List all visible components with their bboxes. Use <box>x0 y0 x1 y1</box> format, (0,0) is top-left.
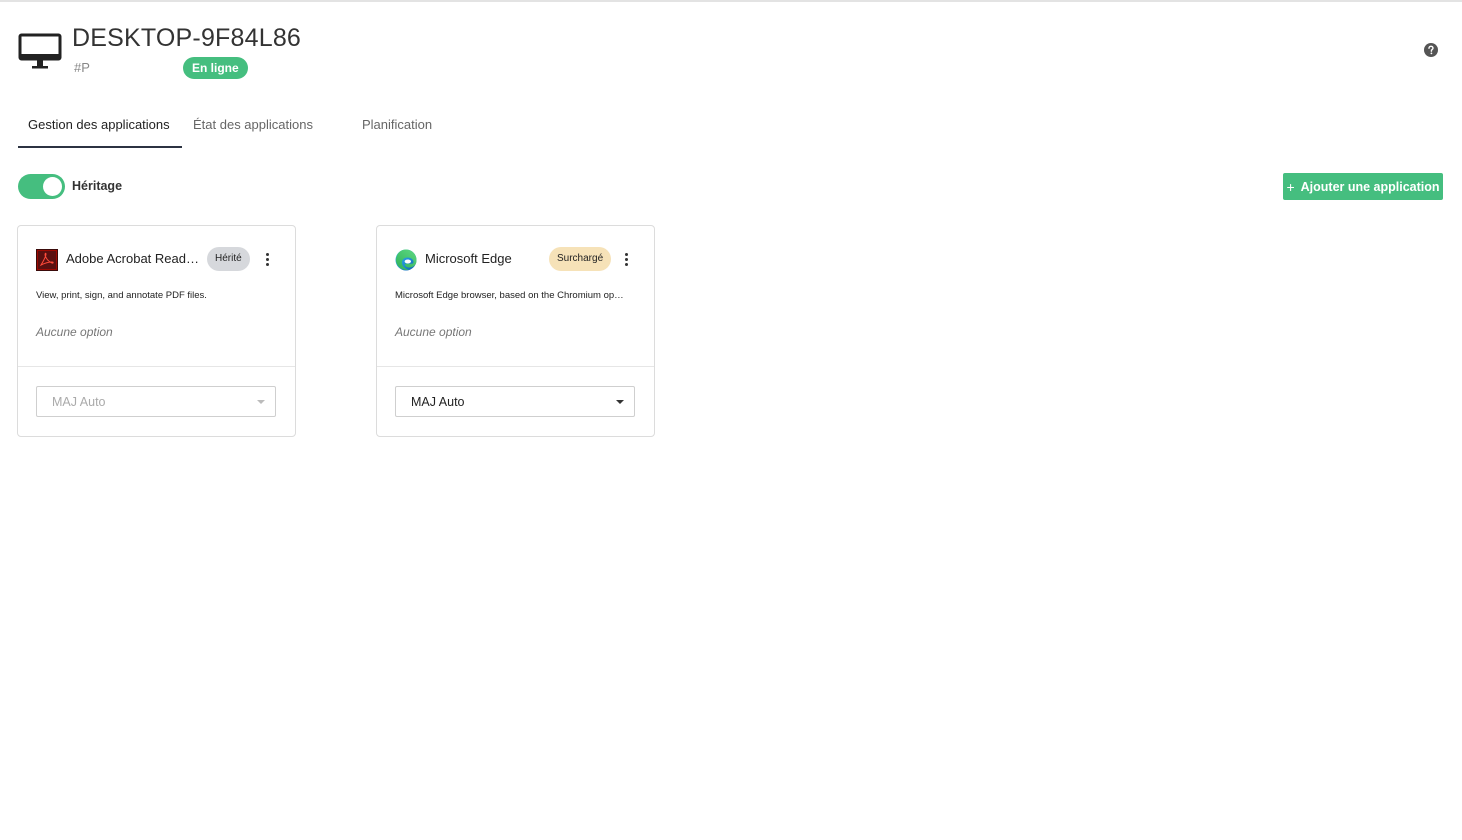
status-badge: En ligne <box>183 57 248 79</box>
app-options: Aucune option <box>36 325 113 339</box>
app-options: Aucune option <box>395 325 472 339</box>
overridden-badge: Surchargé <box>549 247 612 271</box>
update-mode-select: MAJ Auto <box>36 386 276 417</box>
tab-app-management[interactable]: Gestion des applications <box>18 105 182 148</box>
plus-icon: + <box>1286 178 1295 195</box>
inheritance-toggle[interactable] <box>18 174 65 199</box>
top-border <box>0 0 1462 2</box>
card-divider <box>18 366 295 367</box>
device-header: DESKTOP-9F84L86 #P En ligne <box>18 24 1444 84</box>
add-application-button[interactable]: + Ajouter une application <box>1283 173 1443 200</box>
caret-down-icon <box>616 400 624 404</box>
app-card: Adobe Acrobat Reader... Hérité View, pri… <box>17 225 296 437</box>
app-card: Microsoft Edge Surchargé Microsoft Edge … <box>376 225 655 437</box>
inherited-badge: Hérité <box>207 247 250 271</box>
tab-bar: Gestion des applications État des applic… <box>18 105 618 148</box>
page-title: DESKTOP-9F84L86 <box>72 24 302 52</box>
update-mode-value: MAJ Auto <box>52 395 106 409</box>
card-divider <box>377 366 654 367</box>
more-options-icon[interactable] <box>617 249 635 269</box>
app-description: Microsoft Edge browser, based on the Chr… <box>395 290 624 301</box>
help-circle-icon[interactable] <box>1424 43 1438 57</box>
app-description: View, print, sign, and annotate PDF file… <box>36 290 207 301</box>
app-name: Adobe Acrobat Reader... <box>66 251 206 266</box>
app-card-header: Adobe Acrobat Reader... Hérité <box>36 247 281 271</box>
device-id: #P <box>74 60 90 75</box>
inheritance-label: Héritage <box>72 179 123 193</box>
tab-app-status[interactable]: État des applications <box>183 105 333 148</box>
app-name: Microsoft Edge <box>425 251 512 266</box>
app-card-header: Microsoft Edge Surchargé <box>395 247 640 271</box>
update-mode-select[interactable]: MAJ Auto <box>395 386 635 417</box>
adobe-acrobat-icon <box>36 249 58 271</box>
desktop-monitor-icon <box>18 33 62 69</box>
more-options-icon[interactable] <box>258 249 276 269</box>
add-application-label: Ajouter une application <box>1300 179 1440 194</box>
microsoft-edge-icon <box>395 249 417 271</box>
update-mode-value: MAJ Auto <box>411 395 465 409</box>
toggle-knob <box>43 177 62 196</box>
caret-down-icon <box>257 400 265 404</box>
tab-scheduling[interactable]: Planification <box>352 105 472 148</box>
